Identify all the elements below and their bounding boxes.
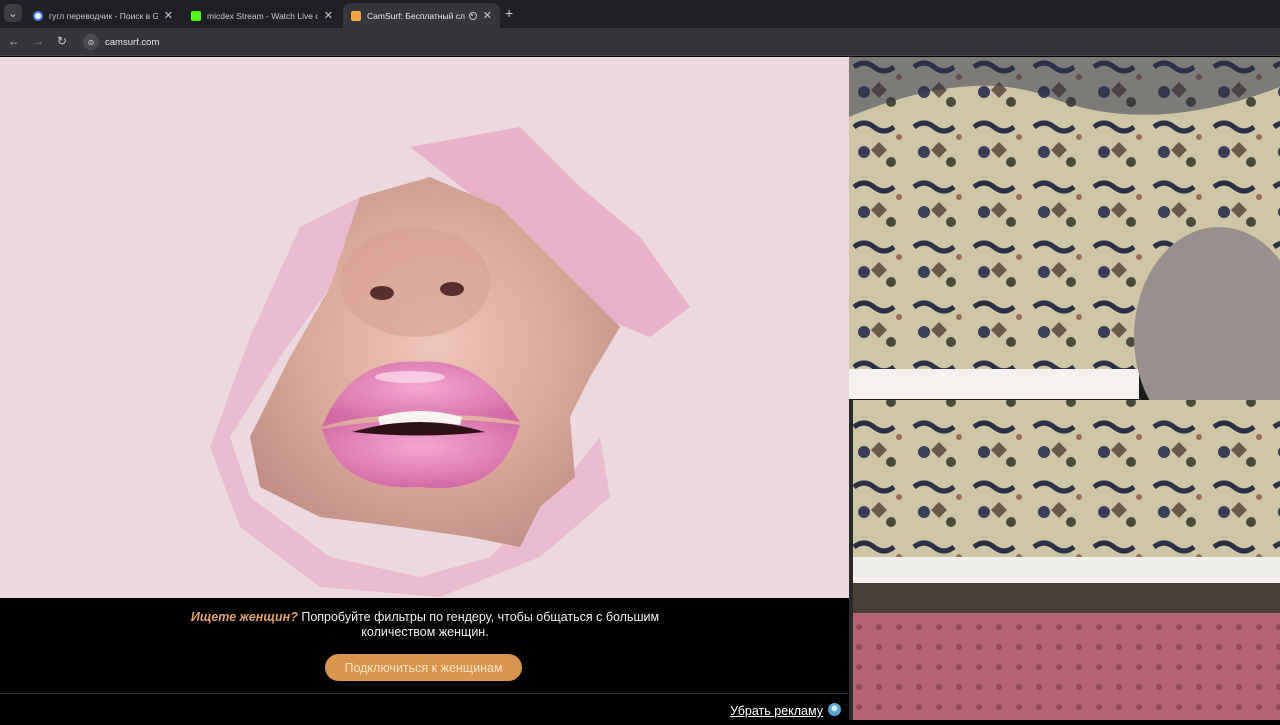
gear-icon[interactable]: ✹ — [828, 703, 841, 716]
forward-arrow-icon[interactable]: → — [30, 34, 46, 48]
tab-stream[interactable]: micdex Stream - Watch Live on ✕ — [183, 3, 341, 28]
close-icon[interactable]: ✕ — [164, 9, 173, 22]
divider — [0, 693, 849, 694]
webcam-panels — [849, 57, 1280, 720]
google-favicon-icon — [33, 10, 43, 21]
hero-ad-image — [0, 57, 849, 598]
omnibox[interactable] — [80, 31, 1270, 53]
close-icon[interactable]: ✕ — [324, 9, 333, 22]
plus-icon[interactable]: + — [505, 5, 513, 21]
promo-accent-text: Ищете женщин? — [190, 610, 298, 624]
tab-title: micdex Stream - Watch Live on — [207, 10, 318, 21]
chevron-down-icon[interactable]: ⌄ — [4, 4, 22, 22]
close-icon[interactable]: ✕ — [483, 9, 492, 22]
webcam-feeds — [849, 57, 1280, 720]
tab-title: гугл переводчик - Поиск в Go — [49, 10, 158, 21]
promo-body-text: Попробуйте фильтры по гендеру, чтобы общ… — [301, 610, 660, 639]
site-info-icon[interactable]: ⊜ — [83, 34, 99, 50]
camsurf-favicon-icon — [351, 10, 361, 21]
back-arrow-icon[interactable]: ← — [6, 34, 22, 48]
kick-favicon-icon — [191, 10, 201, 21]
promo-message: Ищете женщин? Попробуйте фильтры по генд… — [180, 610, 670, 640]
url-text[interactable]: camsurf.com — [105, 37, 159, 48]
tab-title: CamSurf: Бесплатный слу — [367, 10, 465, 21]
tab-camsurf[interactable]: CamSurf: Бесплатный слу ✕ — [343, 3, 500, 28]
remove-ads-link[interactable]: Убрать рекламу — [730, 704, 823, 718]
promo-banner: Ищете женщин? Попробуйте фильтры по генд… — [0, 598, 849, 720]
recording-icon — [468, 11, 477, 20]
address-bar: ← → ↻ — [0, 28, 1280, 56]
tab-google-translate[interactable]: гугл переводчик - Поиск в Go ✕ — [25, 3, 181, 28]
tab-bar: ⌄ гугл переводчик - Поиск в Go ✕ micdex … — [0, 0, 1280, 28]
connect-women-button[interactable]: Подключиться к женщинам — [325, 654, 522, 681]
reload-icon[interactable]: ↻ — [54, 34, 70, 48]
torn-paper-face-illustration — [210, 127, 690, 597]
